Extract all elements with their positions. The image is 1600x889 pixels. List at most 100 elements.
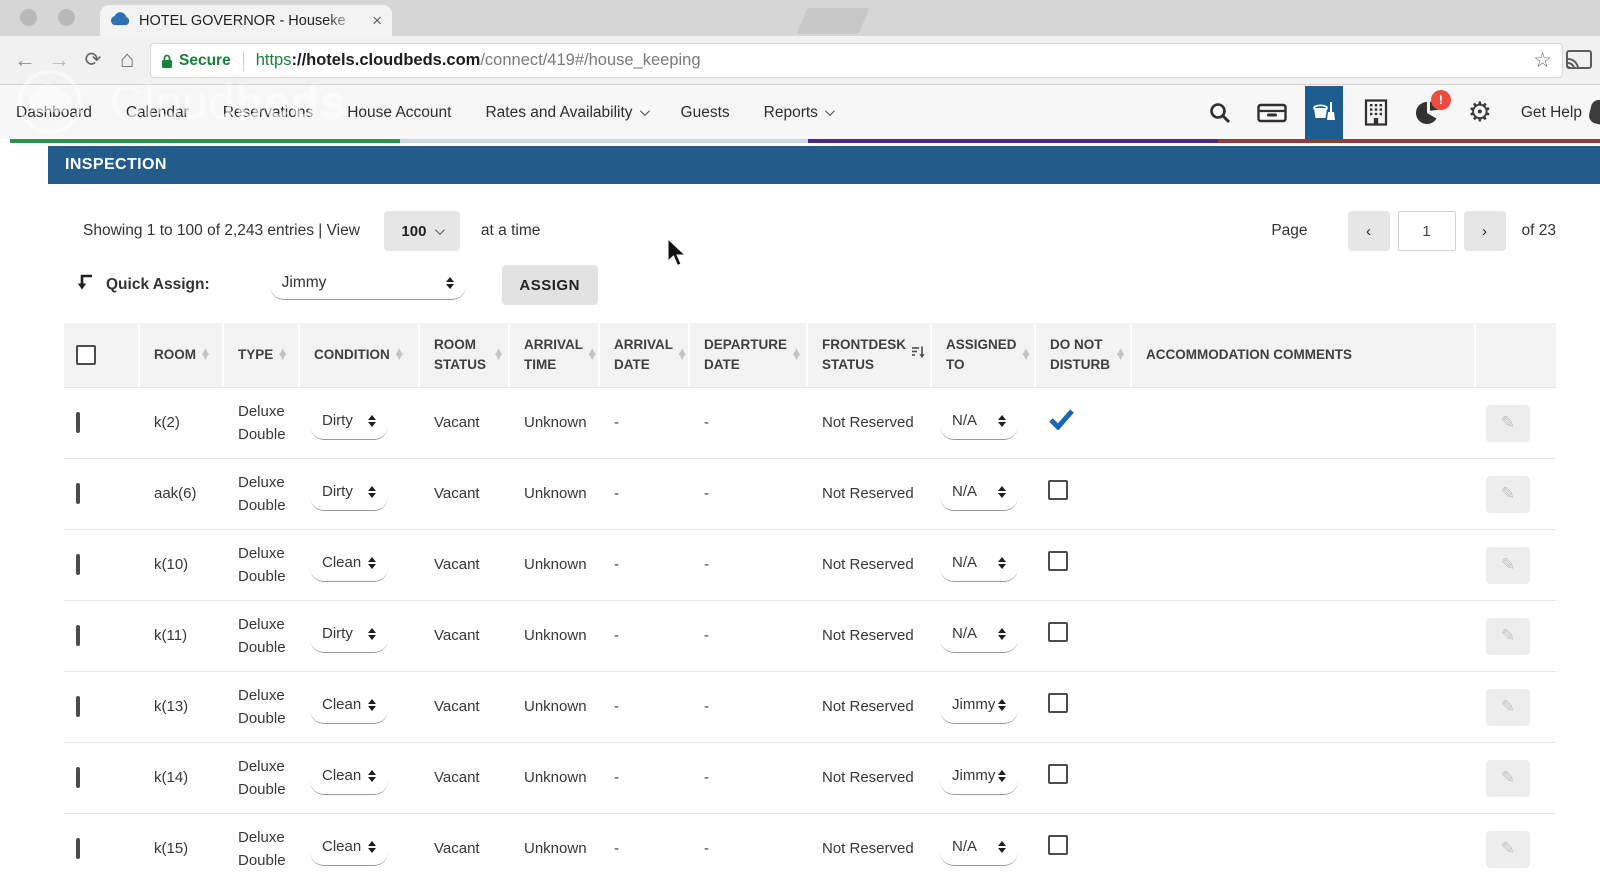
row-checkbox[interactable]: [76, 554, 80, 575]
condition-select[interactable]: Clean: [310, 832, 388, 866]
reload-icon[interactable]: ⟳: [76, 50, 110, 70]
sort-icon[interactable]: ▲▼: [1117, 350, 1124, 360]
nav-item-house-account[interactable]: House Account: [347, 104, 451, 122]
chevron-right-icon: ›: [1482, 223, 1487, 240]
type-cell: Deluxe Double: [224, 826, 300, 873]
new-tab-button[interactable]: [796, 8, 870, 34]
assigned-to-select[interactable]: N/A: [940, 548, 1018, 582]
sort-icon[interactable]: ▲▼: [589, 350, 596, 360]
condition-select[interactable]: Dirty: [310, 619, 388, 653]
bookmark-star-icon[interactable]: ☆: [1533, 48, 1552, 73]
edit-row-button[interactable]: ✎: [1486, 618, 1530, 655]
column-header[interactable]: ARRIVAL TIME▲▼: [510, 323, 600, 387]
page-size-select[interactable]: 100: [384, 211, 460, 251]
condition-select[interactable]: Dirty: [310, 406, 388, 440]
edit-row-button[interactable]: ✎: [1486, 831, 1530, 868]
table-row: k(15) Deluxe Double Clean Vacant Unknown…: [64, 813, 1556, 884]
condition-select[interactable]: Clean: [310, 761, 388, 795]
edit-row-button[interactable]: ✎: [1486, 689, 1530, 726]
forward-icon[interactable]: →: [42, 49, 76, 71]
nav-item-calendar[interactable]: Calendar: [126, 104, 189, 122]
tab-close-icon[interactable]: ×: [372, 12, 382, 29]
row-checkbox[interactable]: [76, 625, 80, 646]
previous-page-button[interactable]: ‹: [1348, 211, 1390, 251]
quick-assign-arrow-icon: [76, 273, 94, 297]
settings-gear-icon[interactable]: ⚙: [1461, 86, 1499, 139]
row-checkbox[interactable]: [76, 696, 80, 717]
get-help-link[interactable]: Get Help: [1513, 104, 1590, 122]
chevron-down-icon: [435, 225, 445, 235]
dnd-cell[interactable]: [1036, 480, 1132, 507]
page-number-input[interactable]: [1398, 211, 1456, 251]
condition-select[interactable]: Dirty: [310, 477, 388, 511]
nav-item-rates-availability[interactable]: Rates and Availability: [485, 104, 646, 122]
assigned-to-select[interactable]: Jimmy: [940, 761, 1018, 795]
assigned-to-select[interactable]: N/A: [940, 619, 1018, 653]
frontdesk-status-cell: Not Reserved: [808, 624, 932, 647]
row-checkbox[interactable]: [76, 412, 80, 433]
cast-icon[interactable]: [1566, 50, 1592, 76]
edit-row-button[interactable]: ✎: [1486, 476, 1530, 513]
assigned-to-select[interactable]: N/A: [940, 477, 1018, 511]
column-header[interactable]: DO NOT DISTURB▲▼: [1036, 323, 1132, 387]
sort-icon[interactable]: ▲▼: [793, 350, 800, 360]
assigned-to-select[interactable]: N/A: [940, 832, 1018, 866]
nav-item-reservations[interactable]: Reservations: [223, 104, 313, 122]
condition-select[interactable]: Clean: [310, 690, 388, 724]
window-minimize-button[interactable]: [58, 9, 75, 26]
column-header[interactable]: TYPE▲▼: [224, 323, 300, 387]
sort-icon[interactable]: ▲▼: [202, 350, 209, 360]
building-icon[interactable]: [1357, 86, 1395, 139]
room-cell: k(10): [140, 553, 224, 576]
row-checkbox[interactable]: [76, 483, 80, 504]
sort-icon[interactable]: ▲▼: [396, 350, 403, 360]
type-cell: Deluxe Double: [224, 684, 300, 731]
sort-active-icon[interactable]: [912, 345, 925, 365]
column-header[interactable]: DEPARTURE DATE▲▼: [690, 323, 808, 387]
quick-assign-select[interactable]: Jimmy: [270, 271, 466, 300]
sort-icon[interactable]: ▲▼: [679, 350, 686, 360]
select-all-checkbox[interactable]: [76, 345, 96, 365]
sort-icon[interactable]: ▲▼: [495, 350, 502, 360]
nav-item-reports[interactable]: Reports: [764, 104, 832, 122]
assigned-to-select[interactable]: Jimmy: [940, 690, 1018, 724]
home-icon[interactable]: ⌂: [110, 48, 144, 72]
dnd-cell[interactable]: [1036, 408, 1132, 437]
assign-button[interactable]: ASSIGN: [502, 265, 598, 305]
nav-item-guests[interactable]: Guests: [681, 104, 730, 122]
column-header[interactable]: ASSIGNED TO▲▼: [932, 323, 1036, 387]
reports-pie-icon[interactable]: !: [1409, 86, 1447, 139]
column-header[interactable]: FRONTDESK STATUS: [808, 323, 932, 387]
next-page-button[interactable]: ›: [1464, 211, 1506, 251]
window-close-button[interactable]: [20, 9, 37, 26]
edit-row-button[interactable]: ✎: [1486, 547, 1530, 584]
sort-icon[interactable]: ▲▼: [1023, 350, 1030, 360]
search-icon[interactable]: [1201, 86, 1239, 139]
dnd-cell[interactable]: [1036, 835, 1132, 862]
column-header[interactable]: ROOM▲▼: [140, 323, 224, 387]
edit-row-button[interactable]: ✎: [1486, 760, 1530, 797]
arrival-time-cell: Unknown: [510, 482, 600, 505]
address-bar-row: ← → ⟳ ⌂ Secure https://hotels.cloudbeds.…: [0, 36, 1600, 85]
assigned-to-select[interactable]: N/A: [940, 406, 1018, 440]
row-checkbox[interactable]: [76, 838, 80, 859]
back-icon[interactable]: ←: [8, 49, 42, 71]
dnd-cell[interactable]: [1036, 551, 1132, 578]
dnd-cell[interactable]: [1036, 622, 1132, 649]
nav-item-dashboard[interactable]: Dashboard: [16, 104, 92, 122]
cash-drawer-icon[interactable]: [1253, 86, 1291, 139]
row-checkbox[interactable]: [76, 767, 80, 788]
housekeeping-icon[interactable]: [1305, 86, 1343, 139]
browser-tab[interactable]: HOTEL GOVERNOR - Houseke ×: [100, 5, 392, 36]
chevron-down-icon: [825, 106, 835, 116]
notification-badge: !: [1431, 90, 1451, 110]
dnd-cell[interactable]: [1036, 693, 1132, 720]
column-header[interactable]: CONDITION▲▼: [300, 323, 420, 387]
edit-row-button[interactable]: ✎: [1486, 405, 1530, 442]
sort-icon[interactable]: ▲▼: [279, 350, 286, 360]
column-header[interactable]: ROOM STATUS▲▼: [420, 323, 510, 387]
url-field[interactable]: Secure https://hotels.cloudbeds.com/conn…: [150, 43, 1563, 78]
condition-select[interactable]: Clean: [310, 548, 388, 582]
dnd-cell[interactable]: [1036, 764, 1132, 791]
column-header[interactable]: ARRIVAL DATE▲▼: [600, 323, 690, 387]
